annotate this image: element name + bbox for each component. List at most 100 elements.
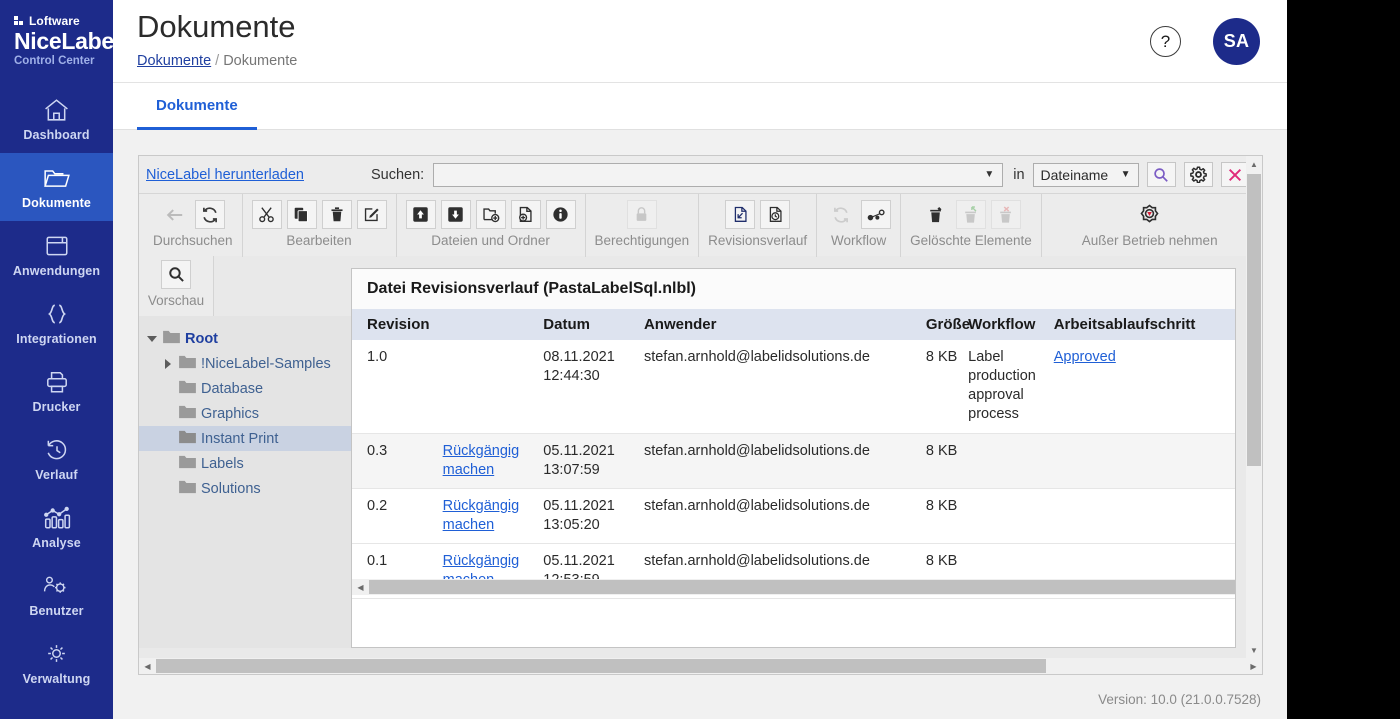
edit-icon[interactable]: [356, 200, 387, 229]
in-label: in: [1013, 166, 1025, 183]
search-scope-select[interactable]: Dateiname ▼: [1032, 162, 1139, 187]
info-icon[interactable]: [545, 200, 576, 229]
panel-vertical-scrollbar[interactable]: ▲ ▼: [1246, 156, 1262, 674]
ribbon-group-label: Berechtigungen: [594, 233, 690, 248]
tree-node-instant-print[interactable]: Instant Print: [139, 426, 352, 451]
dialog-hscroll-thumb[interactable]: [369, 580, 1235, 594]
undo-link[interactable]: Rückgängig machen: [443, 443, 520, 478]
tree-node-solutions[interactable]: Solutions: [139, 476, 352, 501]
scroll-left-icon[interactable]: ◀: [352, 579, 369, 595]
cut-button[interactable]: [251, 200, 282, 229]
tab-label: Dokumente: [156, 96, 238, 114]
sidebar-item-benutzer[interactable]: Benutzer: [0, 561, 113, 629]
printer-icon: [44, 368, 70, 396]
sidebar-item-label: Integrationen: [16, 331, 97, 346]
chevron-down-icon[interactable]: ▼: [984, 169, 994, 180]
sidebar-item-integrationen[interactable]: Integrationen: [0, 289, 113, 357]
avatar[interactable]: SA: [1213, 18, 1260, 65]
workflow-step-link[interactable]: Approved: [1054, 349, 1116, 365]
tree-node-root[interactable]: Root: [139, 326, 352, 351]
dialog-hscroll-track[interactable]: [369, 579, 1235, 595]
download-button[interactable]: [440, 200, 471, 229]
tree-node-nicelabel-samples[interactable]: !NiceLabel-Samples: [139, 351, 352, 376]
ribbon-group-geloeschte-elemente: Gelöschte Elemente: [901, 194, 1042, 257]
trash-restore-icon[interactable]: [955, 200, 986, 229]
brand-logo: Loftware NiceLabel Control Center: [0, 0, 120, 67]
panel-hscroll-thumb[interactable]: [156, 659, 1046, 673]
download-nicelabel-link[interactable]: NiceLabel herunterladen: [146, 167, 304, 183]
file-plus-icon[interactable]: [510, 200, 541, 229]
sidebar-item-label: Analyse: [32, 535, 81, 550]
back-button[interactable]: [160, 200, 190, 229]
refresh-button[interactable]: [195, 200, 226, 229]
search-scope-value: Dateiname: [1040, 166, 1109, 183]
sidebar-item-label: Anwendungen: [12, 263, 101, 278]
folder-plus-icon[interactable]: [475, 200, 506, 229]
revision-table: Revision Datum Anwender Größe Workflow A…: [352, 309, 1235, 599]
upload-button[interactable]: [405, 200, 436, 229]
lock-icon[interactable]: [626, 200, 657, 229]
sidebar-item-verwaltung[interactable]: Verwaltung: [0, 629, 113, 697]
sidebar-item-dokumente[interactable]: Dokumente: [0, 152, 113, 221]
trash-pen-icon[interactable]: [921, 200, 951, 229]
tab-bar: Dokumente: [113, 83, 1287, 130]
sidebar-item-verlauf[interactable]: Verlauf: [0, 425, 113, 493]
nodes-icon[interactable]: [861, 200, 892, 229]
ribbon-group-label: Dateien und Ordner: [431, 233, 550, 248]
panel-vscroll-thumb[interactable]: [1247, 174, 1261, 466]
table-row[interactable]: 0.2 Rückgängig machen 05.11.2021 13:05:2…: [352, 488, 1235, 544]
scroll-left-icon[interactable]: ◀: [139, 658, 156, 674]
search-input[interactable]: [434, 163, 983, 186]
shield-badge-icon[interactable]: [1135, 200, 1165, 229]
folder-icon: [179, 455, 196, 473]
search-combo[interactable]: ▼: [433, 162, 1004, 187]
trash-icon[interactable]: [321, 200, 352, 229]
sidebar-item-drucker[interactable]: Drucker: [0, 357, 113, 425]
sidebar-item-anwendungen[interactable]: Anwendungen: [0, 221, 113, 289]
cycle-icon[interactable]: [826, 200, 856, 229]
copy-button[interactable]: [286, 200, 317, 229]
ribbon-group-ausser-betrieb-nehmen: Außer Betrieb nehmen: [1042, 194, 1234, 257]
scroll-up-icon[interactable]: ▲: [1246, 156, 1262, 172]
cell-arbeitsablaufschritt: [1053, 433, 1235, 489]
folder-icon: [179, 405, 196, 423]
panel-hscroll-track[interactable]: [156, 658, 1245, 674]
folder-icon: [163, 330, 180, 348]
sidebar-item-label: Dashboard: [23, 127, 90, 142]
scroll-right-icon[interactable]: ▶: [1245, 658, 1262, 674]
table-row[interactable]: 1.0 08.11.2021 12:44:30 stefan.arnhold@l…: [352, 340, 1235, 433]
file-arrow-icon[interactable]: [725, 200, 756, 229]
tab-dokumente[interactable]: Dokumente: [137, 83, 257, 130]
trash-x-icon[interactable]: [990, 200, 1021, 229]
undo-link[interactable]: Rückgängig machen: [443, 498, 520, 533]
cell-revision: 1.0: [367, 349, 388, 365]
tree-node-database[interactable]: Database: [139, 376, 352, 401]
folder-tree: Root !NiceLabel-Samples Database Graphic…: [139, 316, 353, 648]
help-icon[interactable]: ?: [1150, 26, 1181, 57]
tree-node-graphics[interactable]: Graphics: [139, 401, 352, 426]
documents-panel: NiceLabel herunterladen Suchen: ▼ in Dat…: [138, 155, 1263, 675]
sidebar-item-analyse[interactable]: Analyse: [0, 493, 113, 561]
ribbon-group-label: Workflow: [831, 233, 887, 248]
column-header-anwender: Anwender: [643, 309, 926, 340]
search-settings-button[interactable]: [1183, 162, 1213, 187]
cell-datum: 08.11.2021 12:44:30: [543, 349, 615, 385]
ribbon-group-berechtigungen: Berechtigungen: [586, 194, 700, 257]
cell-anwender: stefan.arnhold@labelidsolutions.de: [643, 433, 926, 489]
dialog-horizontal-scrollbar[interactable]: ◀: [352, 579, 1235, 595]
chevron-down-icon[interactable]: [145, 335, 158, 342]
file-clock-icon[interactable]: [760, 200, 791, 229]
cell-undo: [443, 340, 544, 433]
sidebar-item-dashboard[interactable]: Dashboard: [0, 85, 113, 153]
scroll-down-icon[interactable]: ▼: [1246, 642, 1262, 658]
cell-groesse: 8 KB: [925, 433, 969, 489]
breadcrumb-link-dokumente[interactable]: Dokumente: [137, 53, 211, 69]
chevron-right-icon[interactable]: [161, 358, 174, 369]
preview-button[interactable]: [161, 260, 191, 289]
table-row[interactable]: 0.3 Rückgängig machen 05.11.2021 13:07:5…: [352, 433, 1235, 489]
tree-node-label: Labels: [201, 455, 244, 472]
sidebar-item-label: Verlauf: [35, 467, 78, 482]
panel-horizontal-scrollbar[interactable]: ◀ ▶: [139, 658, 1262, 674]
search-button[interactable]: [1146, 162, 1176, 187]
tree-node-labels[interactable]: Labels: [139, 451, 352, 476]
